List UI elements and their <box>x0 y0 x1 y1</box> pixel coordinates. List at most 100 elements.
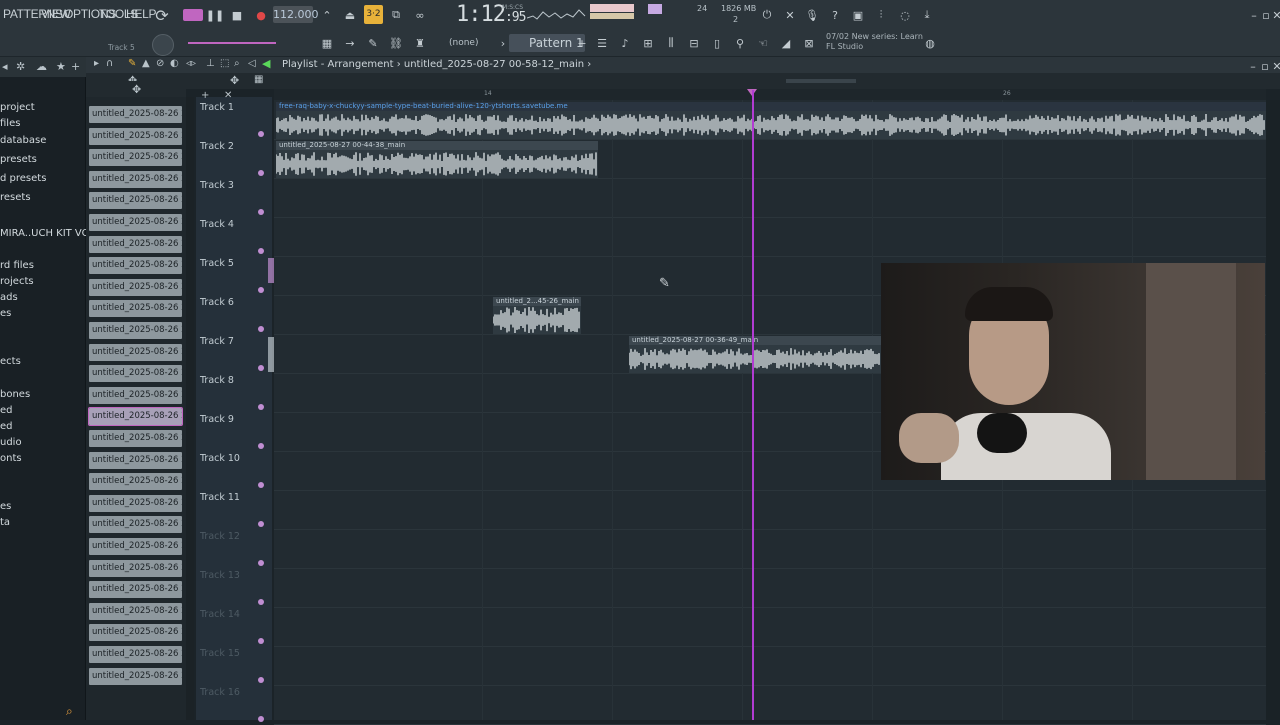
master-volume-knob[interactable] <box>152 34 174 56</box>
countdown-icon[interactable]: 3·2 <box>364 5 383 24</box>
picker-clip-button[interactable]: untitled_2025-08-26 23-... <box>89 192 182 210</box>
track-label[interactable]: Track 11 <box>200 492 240 503</box>
picker-clip-button[interactable]: untitled_2025-08-26 23-... <box>89 581 182 599</box>
arrow-icon[interactable]: → <box>341 34 359 52</box>
pause-icon[interactable]: ❚❚ <box>206 6 224 24</box>
track-mute-dot[interactable] <box>258 560 264 566</box>
record-icon[interactable]: ● <box>252 6 270 24</box>
wait-icon[interactable]: ⏏ <box>341 6 359 24</box>
close-icon[interactable]: ✕ <box>1268 6 1280 24</box>
snap-select[interactable]: (none) <box>449 38 478 48</box>
link-icon[interactable]: ⛓ <box>387 34 405 52</box>
track-mute-dot[interactable] <box>258 209 264 215</box>
loop-record-icon[interactable]: ∞ <box>411 6 429 24</box>
picker-clip-button[interactable]: untitled_2025-08-26 23-... <box>89 343 182 361</box>
channel-rack-icon[interactable]: ⊞ <box>639 34 657 52</box>
picker-clip-button[interactable]: untitled_2025-08-26 23-... <box>89 257 182 275</box>
picker-clip-button[interactable]: untitled_2025-08-26 23-... <box>89 127 182 145</box>
slice-tool-icon[interactable]: ⊥ <box>206 58 215 69</box>
song-mode-toggle[interactable] <box>183 9 203 21</box>
track-mute-dot[interactable] <box>258 404 264 410</box>
browser-item[interactable]: rd files <box>0 260 34 271</box>
undo-icon[interactable]: ⟳ <box>153 6 171 25</box>
picker-scrollbar[interactable] <box>186 97 194 720</box>
chat-icon[interactable]: ◌ <box>896 6 914 24</box>
draw-tool-icon[interactable]: ✎ <box>128 58 136 69</box>
picker-clip-button[interactable]: untitled_2025-08-26 23-... <box>89 300 182 318</box>
timeline-ruler[interactable]: 14 26 <box>274 89 1266 100</box>
picker-clip-button[interactable]: untitled_2025-08-26 23-... <box>89 646 182 663</box>
track-mute-dot[interactable] <box>258 599 264 605</box>
picker-clip-button[interactable]: untitled_2025-08-26 23-... <box>89 106 182 123</box>
browser-gear-icon[interactable]: ✲ <box>16 60 25 73</box>
browser-item[interactable]: rojects <box>0 276 34 287</box>
picker-clip-button[interactable]: untitled_2025-08-26 23-... <box>89 278 182 296</box>
track-mute-dot[interactable] <box>258 287 264 293</box>
save-icon[interactable]: ▣ <box>849 6 867 24</box>
browser-item[interactable]: ects <box>0 356 21 367</box>
slip-tool-icon[interactable]: ◃▹ <box>186 58 196 69</box>
browser-item[interactable]: ta <box>0 517 10 528</box>
track-mute-dot[interactable] <box>258 170 264 176</box>
browser-item[interactable]: database <box>0 135 46 146</box>
track-label[interactable]: Track 6 <box>200 297 234 308</box>
picker-clip-button[interactable]: untitled_2025-08-26 23-... <box>89 322 182 339</box>
playlist-grid-icon[interactable]: ▦ <box>254 74 263 85</box>
browser-icon[interactable]: ⊟ <box>685 34 703 52</box>
track-mute-dot[interactable] <box>258 521 264 527</box>
track-mute-dot[interactable] <box>258 716 264 722</box>
browser-item[interactable]: project <box>0 102 35 113</box>
select-tool-icon[interactable]: ⬚ <box>220 58 229 69</box>
audio-clip-track1[interactable]: free-raq-baby-x-chuckyy-sample-type-beat… <box>276 102 1266 139</box>
picker-clip-button[interactable]: untitled_2025-08-26 23-... <box>89 170 182 188</box>
metronome-icon[interactable]: ⌃ <box>318 6 336 24</box>
track-label[interactable]: Track 9 <box>200 414 234 425</box>
track-label[interactable]: Track 3 <box>200 180 234 191</box>
picker-clip-button[interactable]: untitled_2025-08-26 23-... <box>89 667 182 685</box>
picker-clip-button[interactable]: untitled_2025-08-26 23-... <box>89 602 182 620</box>
playhead[interactable] <box>752 90 754 720</box>
playlist-move-icon[interactable]: ✥ <box>230 74 239 87</box>
playback-tool-icon[interactable]: ◁ <box>248 58 256 69</box>
piano-icon[interactable]: ▦ <box>318 34 336 52</box>
track-mute-dot[interactable] <box>258 482 264 488</box>
track-label[interactable]: Track 7 <box>200 336 234 347</box>
power-icon[interactable]: ⏻ <box>758 6 776 24</box>
track-mute-dot[interactable] <box>258 248 264 254</box>
delete-tool-icon[interactable]: ⊘ <box>156 58 164 69</box>
browser-item[interactable]: ed <box>0 405 13 416</box>
browser-item[interactable]: onts <box>0 453 22 464</box>
stamp-icon[interactable]: ♜ <box>411 34 429 52</box>
stop-icon[interactable]: ■ <box>228 6 246 24</box>
master-pitch-slider[interactable] <box>188 42 276 44</box>
audio-clip-track2[interactable]: untitled_2025-08-27 00-44-38_main <box>276 141 598 178</box>
track-mute-dot[interactable] <box>258 677 264 683</box>
track-label[interactable]: Track 13 <box>200 570 240 581</box>
track-label[interactable]: Track 2 <box>200 141 234 152</box>
browser-item[interactable]: presets <box>0 154 37 165</box>
tempo-display[interactable]: 112.000 <box>273 6 319 23</box>
add-track-icon[interactable]: + <box>201 90 209 101</box>
playlist-play-icon[interactable]: ◀ <box>262 57 270 70</box>
mic-icon[interactable]: 🎙︎ <box>803 6 821 24</box>
pencil-icon[interactable]: ✎ <box>364 34 382 52</box>
browser-item[interactable]: d presets <box>0 173 46 184</box>
paint-tool-icon[interactable]: ▲ <box>142 58 150 69</box>
picker-clip-button[interactable]: untitled_2025-08-26 23-... <box>88 407 183 427</box>
picker-clip-button[interactable]: untitled_2025-08-26 23-... <box>89 473 182 491</box>
track-mute-dot[interactable] <box>258 365 264 371</box>
picker-clip-button[interactable]: untitled_2025-08-26 23-... <box>89 538 182 555</box>
audio-clip-track6[interactable]: untitled_2...45-26_main <box>493 297 581 334</box>
browser-item[interactable]: resets <box>0 192 31 203</box>
track-label[interactable]: Track 5 <box>200 258 234 269</box>
browser-add-icon[interactable]: + <box>71 60 80 73</box>
browser-item[interactable]: ads <box>0 292 18 303</box>
track-label[interactable]: Track 10 <box>200 453 240 464</box>
browser-search-icon[interactable]: ⌕ <box>66 704 73 719</box>
track-label[interactable]: Track 16 <box>200 687 240 698</box>
magnet-icon[interactable]: ∩ <box>106 58 113 69</box>
help-icon[interactable]: ? <box>826 6 844 24</box>
picker-clip-button[interactable]: untitled_2025-08-26 23-... <box>89 235 182 253</box>
playlist-icon[interactable]: ☰ <box>593 34 611 52</box>
playlist-menu-icon[interactable]: ▸ <box>94 58 99 69</box>
